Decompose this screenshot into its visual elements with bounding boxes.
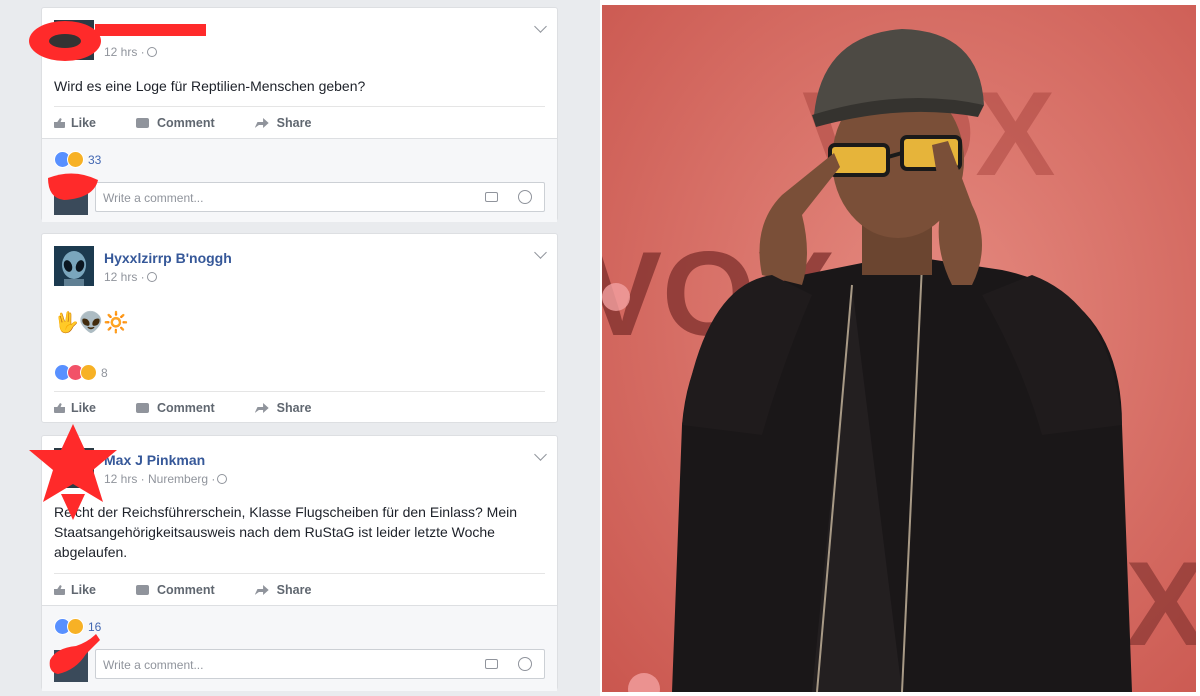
timestamp-text: 12 hrs ·: [104, 270, 145, 284]
like-label: Like: [71, 583, 97, 597]
thumbs-up-icon: [54, 585, 65, 595]
redaction-ellipse: [29, 21, 101, 61]
comment-icon: [136, 403, 150, 413]
haha-reaction-icon: [67, 151, 84, 168]
reaction-count: 33: [88, 152, 102, 167]
post-emojis: 🖖👽🔆: [54, 312, 129, 334]
like-button[interactable]: Like: [54, 401, 96, 415]
camera-icon[interactable]: [485, 659, 498, 669]
share-icon: [254, 585, 269, 595]
chevron-down-icon[interactable]: [534, 246, 547, 259]
photo-illustration: VOX VOX VOX: [602, 5, 1196, 692]
comment-label: Comment: [157, 583, 215, 597]
post-text: Wird es eine Loge für Reptilien-Menschen…: [54, 78, 366, 94]
comment-placeholder: Write a comment...: [103, 658, 204, 672]
redaction-bar: [95, 24, 206, 36]
like-label: Like: [71, 116, 97, 130]
reactions-summary[interactable]: 33: [54, 151, 101, 168]
share-label: Share: [276, 583, 312, 597]
comment-button[interactable]: Comment: [136, 116, 215, 130]
comment-button[interactable]: Comment: [136, 401, 215, 415]
comment-label: Comment: [157, 401, 215, 415]
timestamp-text: 12 hrs ·: [104, 45, 145, 59]
avatar[interactable]: [54, 246, 94, 286]
timestamp-text: 12 hrs · Nuremberg ·: [104, 472, 216, 486]
post-text: Reicht der Reichsführerschein, Klasse Fl…: [54, 504, 518, 560]
chevron-down-icon[interactable]: [534, 20, 547, 33]
comment-placeholder: Write a comment...: [103, 191, 204, 205]
like-label: Like: [71, 401, 97, 415]
share-button[interactable]: Share: [254, 116, 312, 130]
thumbs-up-icon: [54, 118, 65, 128]
action-bar: Like Comment Share: [54, 573, 545, 606]
comment-section: 33 Write a comment...: [42, 138, 557, 222]
post-card: Hyxxlzirrp B'noggh 12 hrs · 🖖👽🔆 8 Like C…: [41, 233, 558, 423]
camera-icon[interactable]: [485, 192, 498, 202]
share-button[interactable]: Share: [254, 401, 312, 415]
facebook-feed: 12 hrs · Wird es eine Loge für Reptilien…: [0, 0, 600, 696]
event-photo: VOX VOX VOX: [602, 5, 1196, 692]
thumbs-up-icon: [54, 403, 65, 413]
author-name[interactable]: Max J Pinkman: [104, 452, 205, 468]
action-bar: Like Comment Share: [54, 106, 545, 139]
author-name[interactable]: Hyxxlzirrp B'noggh: [104, 250, 232, 266]
share-label: Share: [276, 401, 312, 415]
comment-input[interactable]: Write a comment...: [95, 649, 545, 679]
post-timestamp[interactable]: 12 hrs ·: [104, 270, 157, 284]
action-bar: Like Comment Share: [54, 391, 545, 424]
redaction-star: [29, 424, 117, 520]
share-label: Share: [276, 116, 312, 130]
alien-avatar-image: [54, 246, 94, 286]
share-icon: [254, 403, 269, 413]
emoji-icon[interactable]: [518, 190, 532, 204]
reaction-count: 8: [101, 365, 108, 380]
like-button[interactable]: Like: [54, 116, 96, 130]
globe-icon: [146, 47, 157, 57]
comment-button[interactable]: Comment: [136, 583, 215, 597]
comment-section: 16 Write a comment...: [42, 605, 557, 691]
redaction-blob: [48, 173, 98, 200]
emoji-icon[interactable]: [518, 657, 532, 671]
share-button[interactable]: Share: [254, 583, 312, 597]
comment-icon: [136, 118, 150, 128]
comment-icon: [136, 585, 150, 595]
redaction-blob: [49, 634, 100, 674]
globe-icon: [217, 474, 228, 484]
share-icon: [254, 118, 269, 128]
comment-input[interactable]: Write a comment...: [95, 182, 545, 212]
comment-label: Comment: [157, 116, 215, 130]
reactions-summary[interactable]: 8: [54, 364, 108, 381]
like-button[interactable]: Like: [54, 583, 96, 597]
post-timestamp[interactable]: 12 hrs ·: [104, 45, 157, 59]
post-card: 12 hrs · Wird es eine Loge für Reptilien…: [41, 7, 558, 222]
post-timestamp[interactable]: 12 hrs · Nuremberg ·: [104, 472, 228, 486]
chevron-down-icon[interactable]: [534, 448, 547, 461]
haha-reaction-icon: [80, 364, 97, 381]
globe-icon: [146, 272, 157, 282]
